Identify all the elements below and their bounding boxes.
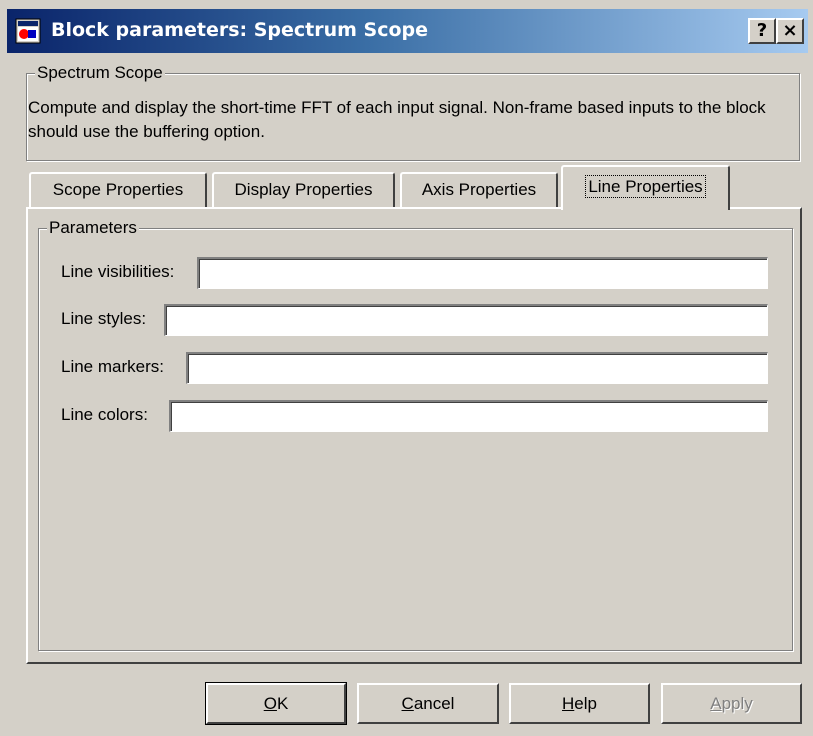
line-visibilities-row: Line visibilities: [61, 257, 771, 289]
apply-mnemonic: A [710, 694, 722, 713]
ok-button[interactable]: OK [205, 682, 347, 725]
cancel-mnemonic: C [401, 694, 414, 713]
tab-scope-properties[interactable]: Scope Properties [29, 172, 207, 208]
close-button[interactable]: × [776, 18, 804, 44]
help-label-rest: elp [574, 694, 597, 713]
tab-panel-line-properties: Parameters Line visibilities: Line style… [26, 207, 802, 664]
tab-label: Line Properties [585, 175, 706, 198]
line-colors-label: Line colors: [61, 405, 148, 424]
description-group-title: Spectrum Scope [35, 63, 165, 83]
dialog-window: Block parameters: Spectrum Scope ? × Spe… [0, 0, 813, 736]
apply-button[interactable]: Apply [661, 683, 802, 724]
ok-label-rest: K [276, 694, 289, 713]
line-styles-label: Line styles: [61, 309, 147, 328]
description-text: Compute and display the short-time FFT o… [28, 98, 766, 141]
line-styles-row: Line styles: [61, 304, 771, 336]
apply-label-rest: pply [721, 694, 753, 713]
help-button[interactable]: Help [509, 683, 650, 724]
tab-label: Display Properties [234, 180, 373, 199]
help-mnemonic: H [562, 694, 575, 713]
line-styles-input[interactable] [164, 304, 768, 336]
ok-mnemonic: O [263, 694, 277, 713]
line-markers-row: Line markers: [61, 352, 771, 384]
window-title: Block parameters: Spectrum Scope [51, 19, 429, 41]
line-markers-label: Line markers: [61, 357, 164, 376]
tab-label: Axis Properties [421, 180, 537, 199]
description-group: Spectrum Scope Compute and display the s… [26, 63, 800, 161]
tab-label: Scope Properties [52, 180, 184, 199]
title-bar[interactable]: Block parameters: Spectrum Scope ? × [7, 9, 808, 53]
line-colors-input[interactable] [169, 400, 768, 432]
simulink-block-icon [15, 18, 41, 44]
cancel-label-rest: ancel [413, 694, 455, 713]
parameters-group: Parameters Line visibilities: Line style… [38, 218, 793, 651]
line-colors-row: Line colors: [61, 400, 771, 432]
tab-display-properties[interactable]: Display Properties [212, 172, 395, 208]
tab-axis-properties[interactable]: Axis Properties [400, 172, 558, 208]
tab-line-properties[interactable]: Line Properties [561, 165, 730, 210]
cancel-button[interactable]: Cancel [357, 683, 499, 724]
line-visibilities-input[interactable] [197, 257, 768, 289]
line-visibilities-label: Line visibilities: [61, 262, 175, 281]
help-title-button[interactable]: ? [748, 18, 776, 44]
parameters-group-title: Parameters [47, 218, 139, 238]
line-markers-input[interactable] [186, 352, 768, 384]
